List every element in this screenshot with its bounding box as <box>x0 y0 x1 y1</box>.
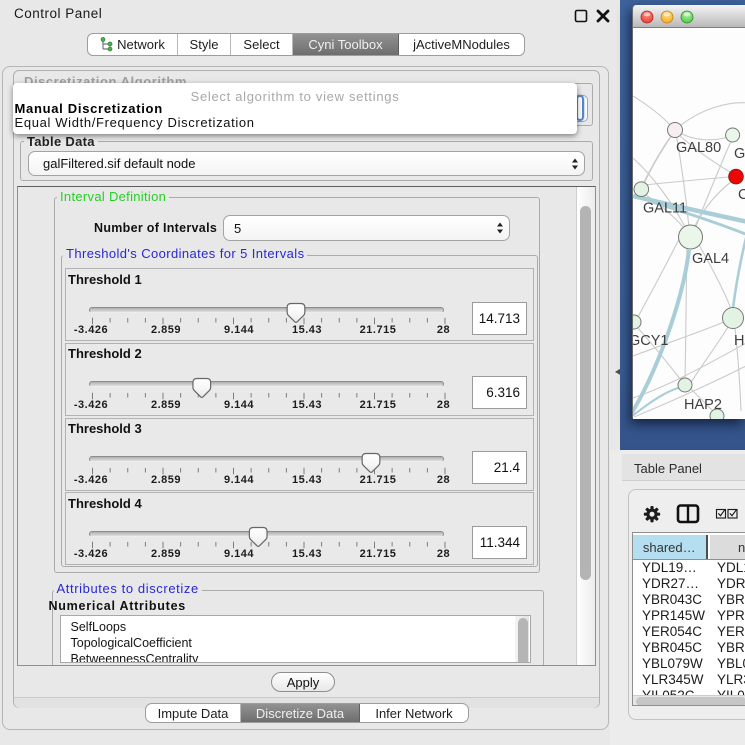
svg-text:GCY1: GCY1 <box>633 333 669 349</box>
svg-text:GAL80: GAL80 <box>676 140 721 156</box>
svg-text:GAL: GAL <box>734 146 745 162</box>
svg-text:HAP2: HAP2 <box>684 397 722 413</box>
svg-text:GAL4: GAL4 <box>692 251 729 267</box>
svg-text:HI: HI <box>734 333 745 349</box>
svg-text:GAL11: GAL11 <box>643 201 687 217</box>
svg-text:CY: CY <box>738 187 745 203</box>
